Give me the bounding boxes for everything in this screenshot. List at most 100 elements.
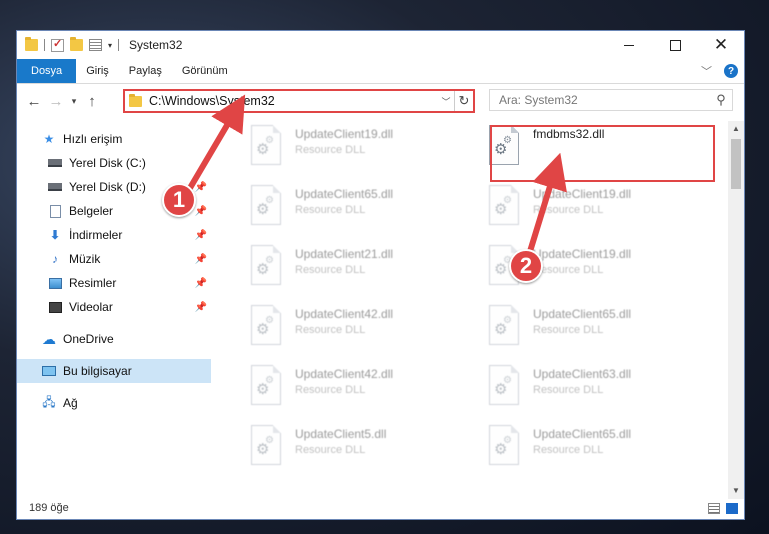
address-dropdown-icon[interactable]: ﹀: [438, 95, 454, 108]
close-button[interactable]: ✕: [698, 31, 744, 59]
file-type: Resource DLL: [533, 264, 604, 276]
pin-icon[interactable]: 📌: [195, 230, 207, 241]
search-input[interactable]: Ara: System32 ⚲: [489, 89, 733, 111]
scroll-thumb[interactable]: [731, 139, 741, 189]
search-icon[interactable]: ⚲: [710, 92, 732, 108]
nav-item-pictures[interactable]: Resimler 📌: [47, 271, 211, 295]
dll-file-icon: ⚙ ⚙: [251, 185, 285, 229]
nav-item-label: Belgeler: [69, 204, 114, 218]
folder-icon: [25, 37, 38, 51]
file-type: Resource DLL: [295, 204, 366, 216]
file-item[interactable]: ⚙ ⚙ UpdateClient21.dll Resource DLL: [241, 245, 456, 297]
help-icon[interactable]: ?: [724, 64, 738, 78]
document-icon: [49, 204, 61, 218]
nav-item-onedrive[interactable]: ☁ OneDrive: [41, 327, 211, 351]
file-name: UpdateClient65.dll: [533, 307, 632, 321]
nav-item-this-pc[interactable]: Bu bilgisayar: [17, 359, 211, 383]
file-list: ⚙ ⚙ UpdateClient19.dll Resource DLL ⚙ ⚙ Upd…: [224, 121, 727, 501]
customize-icon[interactable]: [89, 39, 102, 51]
new-folder-icon[interactable]: [70, 37, 83, 51]
pictures-icon: [48, 277, 62, 289]
recent-locations-icon[interactable]: ▾: [67, 96, 81, 107]
nav-item-label: Hızlı erişim: [63, 132, 123, 146]
download-icon: ⬇: [49, 228, 61, 242]
quick-access-toolbar: ▾: [17, 37, 120, 52]
file-name: UpdateClient19.dll: [533, 187, 632, 201]
network-icon: 🖧: [42, 394, 56, 409]
file-highlight-box: [490, 125, 715, 182]
ribbon-right: ﹀ ?: [701, 59, 744, 83]
file-type: Resource DLL: [295, 444, 366, 456]
videos-icon: [48, 301, 62, 313]
scroll-up-icon[interactable]: ▲: [728, 121, 744, 137]
nav-item-label: Bu bilgisayar: [63, 364, 132, 378]
dll-file-icon: ⚙ ⚙: [251, 425, 285, 469]
computer-icon: [42, 366, 56, 376]
file-name: UpdateClient19.dll: [533, 247, 632, 261]
nav-item-videos[interactable]: Videolar 📌: [47, 295, 211, 319]
file-name: UpdateClient65.dll: [295, 187, 394, 201]
properties-check-icon[interactable]: [51, 37, 64, 52]
details-view-icon[interactable]: [708, 502, 720, 514]
tab-share[interactable]: Paylaş: [119, 59, 172, 83]
toolbar-divider: [118, 39, 120, 51]
address-bar[interactable]: C:\Windows\System32 ﹀ ↻: [123, 89, 475, 113]
step-badge-1: 1: [162, 183, 196, 217]
dll-file-icon: ⚙ ⚙: [251, 245, 285, 289]
file-name: UpdateClient42.dll: [295, 307, 394, 321]
file-item[interactable]: ⚙ ⚙ UpdateClient5.dll Resource DLL: [241, 425, 456, 477]
step-badge-2: 2: [509, 249, 543, 283]
file-item[interactable]: ⚙ ⚙ UpdateClient42.dll Resource DLL: [241, 305, 456, 357]
nav-item-network[interactable]: 🖧 Ağ: [41, 391, 211, 415]
view-switcher: [708, 502, 738, 514]
back-arrow-icon[interactable]: ←: [23, 93, 45, 110]
folder-icon: [129, 93, 142, 107]
nav-item-quick-access[interactable]: ★ Hızlı erişim: [41, 127, 211, 151]
vertical-scrollbar[interactable]: ▲ ▼: [728, 121, 744, 499]
nav-item-music[interactable]: ♪ Müzik 📌: [47, 247, 211, 271]
dll-file-icon: ⚙ ⚙: [489, 305, 523, 349]
up-arrow-icon[interactable]: ↑: [81, 93, 103, 110]
minimize-button[interactable]: [606, 31, 652, 59]
pin-icon[interactable]: 📌: [195, 206, 207, 217]
window-controls: ✕: [606, 31, 744, 59]
dll-file-icon: ⚙ ⚙: [489, 365, 523, 409]
pin-icon[interactable]: 📌: [195, 278, 207, 289]
tab-file[interactable]: Dosya: [17, 59, 77, 83]
file-name: UpdateClient42.dll: [295, 367, 394, 381]
tiles-view-icon[interactable]: [726, 502, 738, 514]
toolbar-dropdown-icon[interactable]: ▾: [108, 41, 112, 50]
file-item[interactable]: ⚙ ⚙ UpdateClient63.dll Resource DLL: [479, 365, 694, 417]
dll-file-icon: ⚙ ⚙: [251, 365, 285, 409]
cloud-icon: ☁: [42, 330, 56, 347]
tab-view[interactable]: Görünüm: [172, 59, 238, 83]
file-name: UpdateClient19.dll: [295, 127, 394, 141]
address-path[interactable]: C:\Windows\System32: [149, 94, 438, 108]
title-bar: ▾ System32 ✕: [17, 31, 744, 59]
file-type: Resource DLL: [533, 384, 604, 396]
nav-item-downloads[interactable]: ⬇ İndirmeler 📌: [47, 223, 211, 247]
pin-icon[interactable]: 📌: [195, 254, 207, 265]
file-item[interactable]: ⚙ ⚙ UpdateClient19.dll Resource DLL: [479, 185, 694, 237]
drive-icon: [48, 183, 62, 191]
dll-file-icon: ⚙ ⚙: [251, 305, 285, 349]
refresh-icon[interactable]: ↻: [454, 91, 473, 111]
maximize-button[interactable]: [652, 31, 698, 59]
nav-item-drive-c[interactable]: Yerel Disk (C:): [47, 151, 211, 175]
file-item[interactable]: ⚙ ⚙ UpdateClient19.dll Resource DLL: [241, 125, 456, 177]
file-type: Resource DLL: [295, 144, 366, 156]
nav-item-label: Ağ: [63, 396, 78, 410]
file-name: UpdateClient21.dll: [295, 247, 394, 261]
file-item[interactable]: ⚙ ⚙ UpdateClient42.dll Resource DLL: [241, 365, 456, 417]
file-item[interactable]: ⚙ ⚙ UpdateClient65.dll Resource DLL: [479, 305, 694, 357]
pin-icon[interactable]: 📌: [195, 182, 207, 193]
item-count: 189 öğe: [29, 502, 69, 514]
forward-arrow-icon[interactable]: →: [45, 93, 67, 110]
pin-icon[interactable]: 📌: [195, 302, 207, 313]
file-item[interactable]: ⚙ ⚙ UpdateClient65.dll Resource DLL: [241, 185, 456, 237]
nav-item-label: Yerel Disk (C:): [69, 156, 146, 170]
expand-ribbon-icon[interactable]: ﹀: [701, 63, 712, 79]
tab-home[interactable]: Giriş: [76, 59, 119, 83]
file-item[interactable]: ⚙ ⚙ UpdateClient65.dll Resource DLL: [479, 425, 694, 477]
file-type: Resource DLL: [295, 264, 366, 276]
